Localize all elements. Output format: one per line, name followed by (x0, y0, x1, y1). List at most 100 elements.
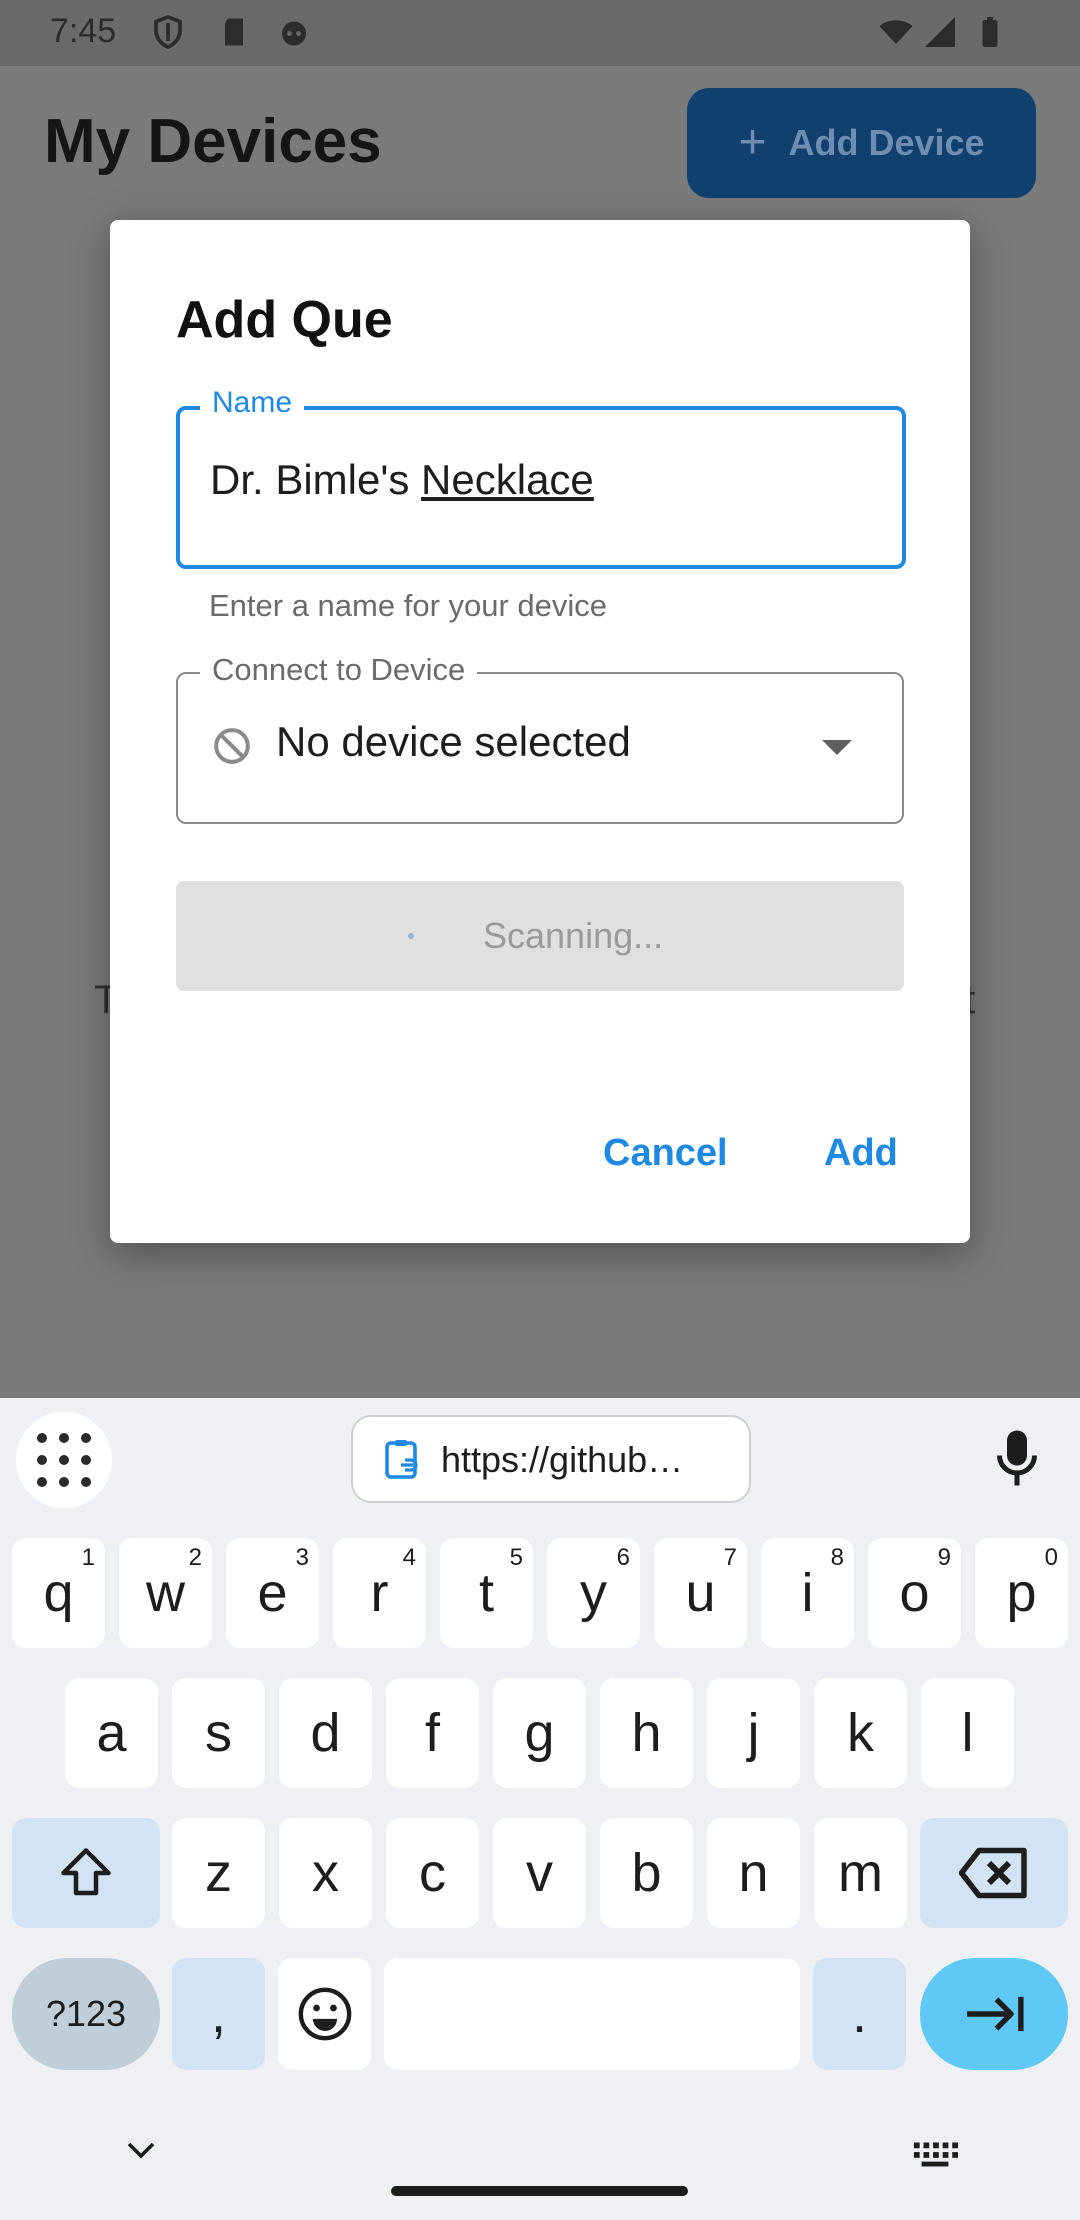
key-c-label: c (419, 1843, 446, 1903)
backspace-key[interactable] (920, 1818, 1068, 1928)
key-j[interactable]: j (707, 1678, 800, 1788)
block-icon (214, 728, 250, 764)
space-key[interactable] (384, 1958, 800, 2070)
key-g[interactable]: g (493, 1678, 586, 1788)
symbols-key[interactable]: ?123 (12, 1958, 160, 2070)
key-u-hint: 7 (723, 1544, 737, 1571)
key-u[interactable]: u7 (654, 1538, 747, 1648)
device-field-label: Connect to Device (200, 652, 478, 688)
clipboard-suggestion-chip[interactable]: https://github… (351, 1415, 751, 1503)
key-h-label: h (631, 1703, 662, 1763)
cancel-button[interactable]: Cancel (603, 1132, 728, 1175)
key-j-label: j (747, 1703, 760, 1763)
emoji-key[interactable] (278, 1958, 371, 2070)
key-s-label: s (205, 1703, 232, 1763)
key-u-label: u (685, 1563, 716, 1623)
keyboard-apps-grid-icon[interactable] (16, 1412, 112, 1508)
add-button[interactable]: Add (824, 1132, 898, 1175)
shield-icon (154, 14, 182, 50)
home-indicator[interactable] (391, 2186, 688, 2196)
emoji-icon (298, 1987, 351, 2041)
key-k[interactable]: k (814, 1678, 907, 1788)
key-n-label: n (738, 1843, 769, 1903)
signal-icon (925, 17, 955, 47)
shift-key[interactable] (12, 1818, 160, 1928)
name-input-value: Dr. Bimle's Necklace (210, 456, 594, 504)
shift-icon (61, 1848, 111, 1896)
key-i[interactable]: i8 (761, 1538, 854, 1648)
wifi-icon (879, 20, 913, 44)
android-icon (282, 21, 306, 46)
sd-card-icon (225, 18, 243, 46)
add-device-label: Add Device (788, 122, 985, 163)
key-e-label: e (257, 1563, 288, 1623)
key-h[interactable]: h (600, 1678, 693, 1788)
battery-icon (982, 17, 998, 47)
period-label: . (851, 1984, 867, 2044)
key-w-hint: 2 (188, 1544, 202, 1571)
key-o-hint: 9 (937, 1544, 951, 1571)
plus-icon: + (738, 116, 767, 169)
key-a-label: a (96, 1703, 127, 1763)
comma-label: , (210, 1984, 226, 2044)
name-value-prefix: Dr. Bimle's (210, 456, 422, 503)
period-key[interactable]: . (813, 1958, 906, 2070)
hide-keyboard-chevron-icon[interactable] (126, 2140, 156, 2160)
scanning-button[interactable]: Scanning... (176, 881, 904, 991)
key-f[interactable]: f (386, 1678, 479, 1788)
key-q-label: q (43, 1563, 74, 1623)
clipboard-link-icon (385, 1440, 418, 1479)
key-g-label: g (524, 1703, 555, 1763)
add-device-dialog: Add Que Name Dr. Bimle's Necklace Enter … (110, 220, 970, 1243)
key-d[interactable]: d (279, 1678, 372, 1788)
key-p[interactable]: p0 (975, 1538, 1068, 1648)
key-e[interactable]: e3 (226, 1538, 319, 1648)
key-t-hint: 5 (509, 1544, 523, 1571)
tab-next-icon (967, 1996, 1024, 2032)
key-y-label: y (580, 1563, 607, 1623)
key-r[interactable]: r4 (333, 1538, 426, 1648)
key-b[interactable]: b (600, 1818, 693, 1928)
key-s[interactable]: s (172, 1678, 265, 1788)
dropdown-arrow-icon (822, 740, 852, 755)
key-e-hint: 3 (295, 1544, 309, 1571)
key-m-label: m (838, 1843, 883, 1903)
key-x[interactable]: x (279, 1818, 372, 1928)
key-b-label: b (631, 1843, 662, 1903)
dialog-title: Add Que (176, 291, 393, 349)
key-z[interactable]: z (172, 1818, 265, 1928)
key-v[interactable]: v (493, 1818, 586, 1928)
key-c[interactable]: c (386, 1818, 479, 1928)
key-o[interactable]: o9 (868, 1538, 961, 1648)
comma-key[interactable]: , (172, 1958, 265, 2070)
key-d-label: d (310, 1703, 341, 1763)
name-field-label: Name (200, 386, 305, 420)
page-title: My Devices (44, 107, 382, 176)
key-q-hint: 1 (81, 1544, 95, 1571)
key-q[interactable]: q1 (12, 1538, 105, 1648)
key-a[interactable]: a (65, 1678, 158, 1788)
key-r-hint: 4 (402, 1544, 416, 1571)
key-y[interactable]: y6 (547, 1538, 640, 1648)
keyboard-switch-icon[interactable] (912, 2140, 958, 2168)
key-t[interactable]: t5 (440, 1538, 533, 1648)
key-l[interactable]: l (921, 1678, 1014, 1788)
key-o-label: o (899, 1563, 930, 1623)
add-device-button[interactable]: + Add Device (687, 88, 1036, 198)
key-t-label: t (478, 1563, 494, 1623)
key-i-label: i (801, 1563, 814, 1623)
device-selected-value: No device selected (276, 718, 631, 765)
name-input[interactable]: Name Dr. Bimle's Necklace (176, 386, 906, 569)
name-value-composing: Necklace (421, 456, 594, 503)
connect-device-dropdown[interactable]: Connect to Device No device selected (176, 652, 904, 824)
key-v-label: v (526, 1843, 553, 1903)
scanning-label: Scanning... (483, 915, 664, 956)
key-l-label: l (961, 1703, 974, 1763)
key-n[interactable]: n (707, 1818, 800, 1928)
microphone-icon[interactable] (992, 1428, 1042, 1488)
name-helper-text: Enter a name for your device (209, 588, 608, 623)
key-p-hint: 0 (1044, 1544, 1058, 1571)
key-w[interactable]: w2 (119, 1538, 212, 1648)
next-key[interactable] (920, 1958, 1068, 2070)
key-m[interactable]: m (814, 1818, 907, 1928)
